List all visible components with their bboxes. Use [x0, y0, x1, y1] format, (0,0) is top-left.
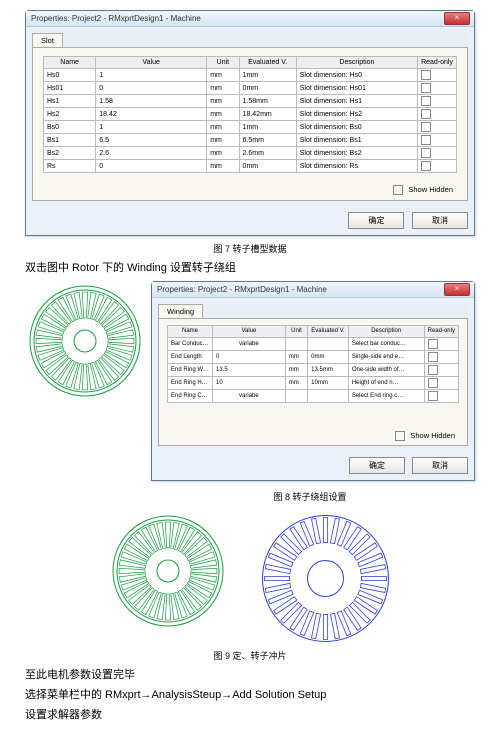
tab-panel: Name Value Unit Evaluated V. Description… [32, 47, 468, 201]
table-row: Bs16.5mm6.5mmSlot dimension: Bs1 [44, 134, 457, 147]
col-eval: Evaluated V. [239, 57, 296, 69]
close-icon[interactable]: × [444, 283, 470, 296]
caption-fig9: 图 9 定、转子冲片 [25, 649, 475, 662]
dialog-winding-properties: Properties: Project2 - RMxprtDesign1 - M… [151, 281, 475, 481]
checkbox-icon [421, 135, 431, 145]
slot-table: Name Value Unit Evaluated V. Description… [43, 56, 457, 173]
title-bar: Properties: Project2 - RMxprtDesign1 - M… [26, 11, 474, 27]
tab-slot[interactable]: Slot [32, 33, 63, 47]
checkbox-icon [428, 352, 438, 362]
col-readonly: Read-only [424, 325, 458, 337]
table-row: End Ring H…10mm10mmHeight of end ri… [168, 376, 459, 389]
table-row: Hs218.42mm18.42mmSlot dimension: Hs2 [44, 108, 457, 121]
dialog-body: Winding Name Value Unit Evaluated V. Des… [152, 298, 474, 452]
text-solver: 设置求解器参数 [25, 708, 475, 724]
dialog-slot-properties: Properties: Project2 - RMxprtDesign1 - M… [25, 10, 475, 236]
row-fig8: Properties: Project2 - RMxprtDesign1 - M… [25, 281, 475, 487]
text-menu-path: 选择菜单栏中的 RMxprt→AnalysisSteup→Add Solutio… [25, 688, 475, 704]
table-row: End Length0mm0mmSingle-side end e… [168, 350, 459, 363]
col-readonly: Read-only [418, 57, 457, 69]
col-value: Value [96, 57, 207, 69]
close-icon[interactable]: × [444, 12, 470, 25]
checkbox-icon [421, 109, 431, 119]
col-value: Value [213, 325, 286, 337]
dialog-title: Properties: Project2 - RMxprtDesign1 - M… [31, 14, 201, 23]
col-name: Name [168, 325, 213, 337]
button-row: 确定 取消 [26, 207, 474, 235]
checkbox-icon [421, 161, 431, 171]
winding-table: Name Value Unit Evaluated V. Description… [167, 325, 459, 403]
caption-fig8: 图 8 转子绕组设置 [25, 490, 475, 503]
table-row: End Ring W…13.5mm13.5mmOne-side width of… [168, 363, 459, 376]
show-hidden-row: Show Hidden [167, 403, 459, 443]
dialog-title: Properties: Project2 - RMxprtDesign1 - M… [157, 285, 327, 294]
checkbox-icon [421, 122, 431, 132]
tab-row: Slot [32, 33, 468, 47]
button-row: 确定 取消 [152, 452, 474, 480]
checkbox-icon [428, 339, 438, 349]
tab-winding[interactable]: Winding [158, 304, 203, 318]
cancel-button[interactable]: 取消 [412, 212, 468, 229]
table-row: Hs01mm1mmSlot dimension: Hs0 [44, 69, 457, 82]
text-instruction-1: 双击图中 Rotor 下的 Winding 设置转子绕组 [25, 261, 475, 277]
show-hidden-label: Show Hidden [408, 185, 453, 194]
tab-row: Winding [158, 304, 468, 318]
checkbox-icon [421, 70, 431, 80]
show-hidden-checkbox[interactable] [395, 431, 405, 441]
checkbox-icon [421, 148, 431, 158]
show-hidden-row: Show Hidden [43, 173, 457, 197]
table-row: Bar Conduc…variabeSelect bar conduc… [168, 337, 459, 350]
table-row: Bs22.6mm2.6mmSlot dimension: Bs2 [44, 147, 457, 160]
table-header-row: Name Value Unit Evaluated V. Description… [168, 325, 459, 337]
show-hidden-label: Show Hidden [410, 431, 455, 440]
table-row: Rs0mm0mmSlot dimension: Rs [44, 160, 457, 173]
col-eval: Evaluated V. [308, 325, 349, 337]
checkbox-icon [428, 378, 438, 388]
title-bar: Properties: Project2 - RMxprtDesign1 - M… [152, 282, 474, 298]
table-row: Bs01mm1mmSlot dimension: Bs0 [44, 121, 457, 134]
text-done: 至此电机参数设置完毕 [25, 668, 475, 684]
stator-lamination-figure [25, 281, 145, 401]
col-desc: Description [296, 57, 417, 69]
checkbox-icon [421, 96, 431, 106]
table-row: Hs010mm0mmSlot dimension: Hs01 [44, 82, 457, 95]
ok-button[interactable]: 确定 [348, 212, 404, 229]
checkbox-icon [428, 391, 438, 401]
col-unit: Unit [285, 325, 307, 337]
checkbox-icon [421, 83, 431, 93]
col-unit: Unit [207, 57, 239, 69]
show-hidden-checkbox[interactable] [393, 185, 403, 195]
ok-button[interactable]: 确定 [349, 457, 405, 474]
cancel-button[interactable]: 取消 [412, 457, 468, 474]
rotor-lamination-figure [258, 511, 393, 646]
row-fig9 [25, 511, 475, 646]
col-desc: Description [348, 325, 424, 337]
table-row: Hs11.58mm1.58mmSlot dimension: Hs1 [44, 95, 457, 108]
table-row: End Ring C…variabeSelect End ring c… [168, 389, 459, 402]
dialog-body: Slot Name Value Unit Evaluated V. Descri… [26, 27, 474, 207]
table-header-row: Name Value Unit Evaluated V. Description… [44, 57, 457, 69]
stator-lamination-figure-2 [108, 511, 228, 631]
col-name: Name [44, 57, 96, 69]
caption-fig7: 图 7 转子槽型数据 [25, 242, 475, 255]
tab-panel: Name Value Unit Evaluated V. Description… [158, 318, 468, 446]
checkbox-icon [428, 365, 438, 375]
